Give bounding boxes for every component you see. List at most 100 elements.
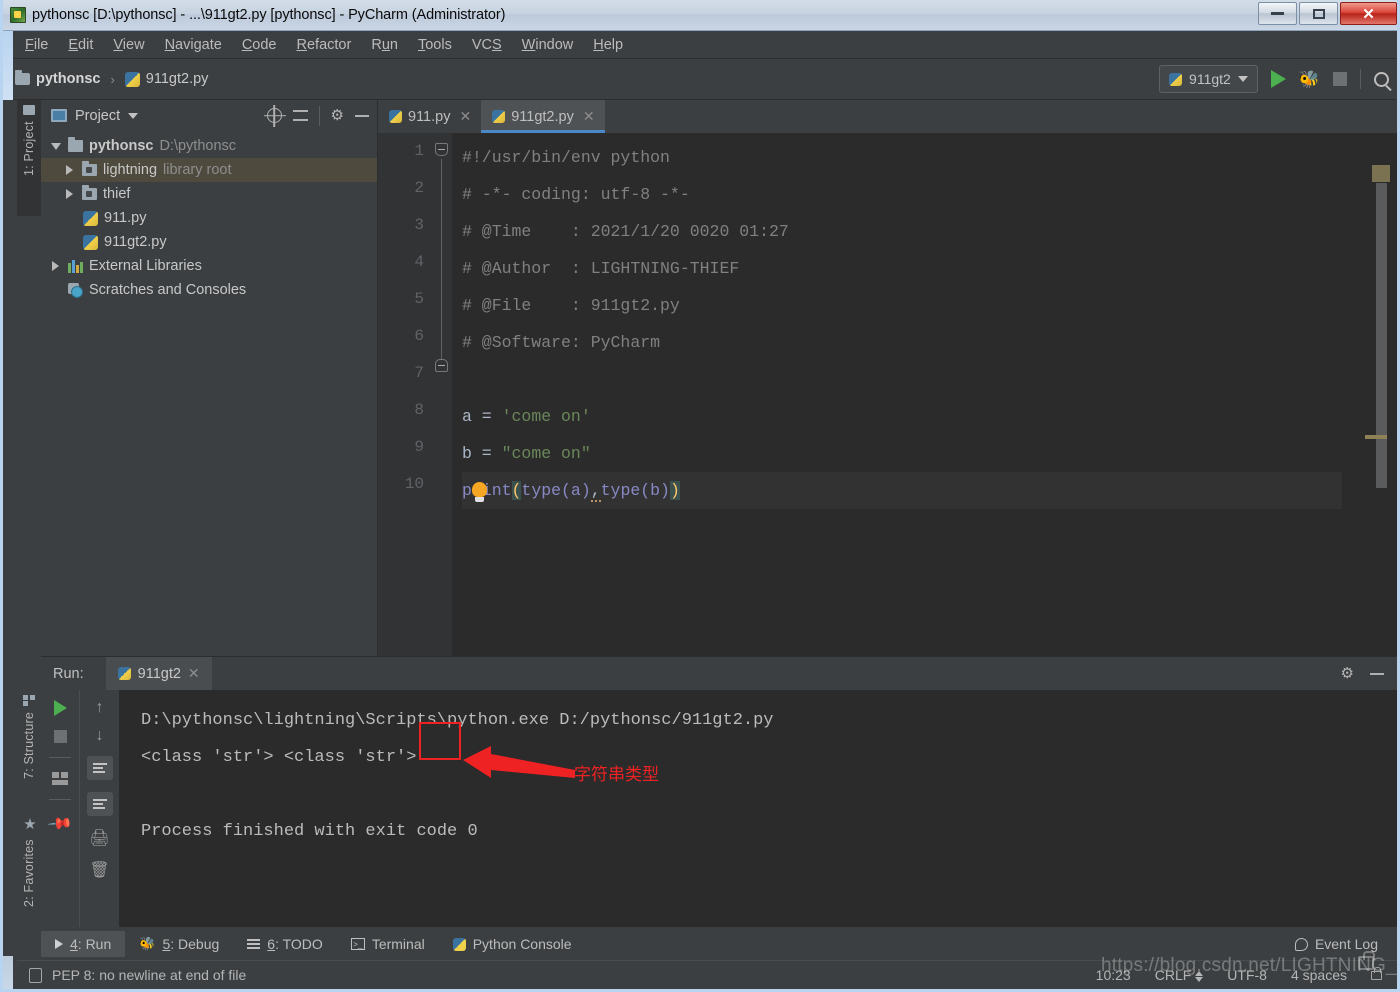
stop-button[interactable] — [1333, 72, 1347, 86]
chevron-right-icon[interactable] — [52, 261, 59, 271]
libraries-icon — [68, 259, 83, 273]
run-panel-label: Run: — [53, 665, 84, 682]
chevron-right-icon[interactable] — [66, 165, 73, 175]
menu-edit[interactable]: Edit — [58, 35, 103, 55]
run-configuration-selector[interactable]: 911gt2 — [1159, 65, 1258, 93]
sidebar-label-favorites: 2: Favorites — [22, 839, 36, 907]
tree-item-scratches[interactable]: Scratches and Consoles — [41, 278, 377, 302]
event-log-button[interactable]: Event Log — [1294, 936, 1397, 952]
fold-collapse-icon[interactable] — [435, 143, 448, 156]
tree-item-external-libraries[interactable]: External Libraries — [41, 254, 377, 278]
locate-icon[interactable] — [266, 108, 282, 123]
tool-button-run[interactable]: 4: Run — [41, 931, 126, 957]
line-separator[interactable]: CRLF — [1155, 967, 1204, 983]
hide-icon[interactable] — [355, 114, 369, 117]
lock-icon[interactable] — [1371, 966, 1382, 980]
bottom-tool-strip: 4: Run 🐝 5: Debug 6: TODO >_ Terminal Py… — [17, 928, 1397, 960]
menu-view[interactable]: View — [103, 35, 154, 55]
scroll-to-end-icon[interactable] — [86, 792, 113, 816]
hide-icon[interactable] — [1370, 672, 1384, 675]
breadcrumb: pythonsc › 911gt2.py — [15, 70, 209, 87]
lightbulb-icon[interactable] — [472, 482, 487, 502]
sidebar-item-favorites[interactable]: 2: Favorites ★ — [17, 810, 41, 918]
code-token-eq: = — [471, 407, 502, 426]
indent-setting[interactable]: 4 spaces — [1291, 967, 1347, 983]
file-encoding[interactable]: UTF-8 — [1227, 967, 1267, 983]
collapse-all-icon[interactable] — [292, 108, 308, 123]
tool-button-python-console[interactable]: Python Console — [439, 931, 586, 957]
close-icon[interactable]: ✕ — [459, 108, 471, 125]
code-line-2: # -*- coding: utf-8 -*- — [462, 185, 690, 204]
maximize-button[interactable] — [1299, 2, 1338, 25]
close-icon[interactable]: ✕ — [583, 108, 595, 125]
tree-item-911gt2-py[interactable]: 911gt2.py — [41, 230, 377, 254]
scrollbar-warning-marker[interactable] — [1365, 435, 1387, 439]
sidebar-item-structure[interactable]: 7: Structure — [17, 690, 41, 802]
menu-window[interactable]: Window — [512, 35, 584, 55]
tool-button-terminal[interactable]: >_ Terminal — [337, 931, 439, 957]
annotation-label: 字符串类型 — [574, 765, 659, 785]
stop-icon[interactable] — [53, 730, 67, 743]
console-output[interactable]: D:\pythonsc\lightning\Scripts\python.exe… — [119, 690, 1397, 927]
gear-icon[interactable]: ⚙ — [331, 108, 344, 123]
rerun-icon[interactable] — [53, 700, 67, 716]
tree-item-911-py[interactable]: 911.py — [41, 206, 377, 230]
tab-911gt2-py[interactable]: 911gt2.py ✕ — [481, 100, 605, 133]
run-button[interactable] — [1270, 70, 1286, 88]
breadcrumb-item-file[interactable]: 911gt2.py — [146, 71, 209, 87]
tree-item-lightning[interactable]: lightning library root — [41, 158, 377, 182]
gear-icon[interactable]: ⚙ — [1341, 666, 1354, 681]
menu-help[interactable]: Help — [583, 35, 633, 55]
menu-navigate[interactable]: Navigate — [155, 35, 232, 55]
scrollbar-thumb[interactable] — [1376, 183, 1387, 488]
chevron-down-icon[interactable] — [128, 112, 139, 119]
tree-item-pythonsc[interactable]: pythonsc D:\pythonsc — [41, 134, 377, 158]
chevron-down-icon[interactable] — [50, 142, 61, 150]
fold-collapse-end-icon[interactable] — [435, 359, 448, 372]
chevron-right-icon[interactable] — [66, 189, 73, 199]
menu-run[interactable]: Run — [361, 35, 408, 55]
tab-label: 911gt2.py — [511, 108, 574, 125]
left-tool-strip — [3, 100, 17, 956]
print-icon[interactable]: 🖨 — [89, 828, 109, 848]
debug-button[interactable]: 🐝 — [1299, 71, 1320, 88]
tool-button-debug[interactable]: 🐝 5: Debug — [125, 931, 233, 957]
tree-item-thief[interactable]: thief — [41, 182, 377, 206]
inspection-status-indicator[interactable] — [1372, 165, 1390, 182]
pin-icon[interactable]: 📌 — [46, 810, 74, 838]
menu-refactor[interactable]: Refactor — [287, 35, 362, 55]
tool-button-todo[interactable]: 6: TODO — [233, 931, 337, 957]
menu-code[interactable]: Code — [232, 35, 287, 55]
code-content[interactable]: #!/usr/bin/env python # -*- coding: utf-… — [452, 133, 1397, 656]
tab-911-py[interactable]: 911.py ✕ — [378, 100, 481, 133]
up-icon[interactable]: ↑ — [96, 700, 104, 716]
python-icon — [1169, 72, 1183, 86]
line-number: 5 — [414, 290, 424, 308]
run-tab-911gt2[interactable]: 911gt2 ✕ — [105, 657, 212, 690]
panel-divider — [318, 105, 320, 126]
minimize-button[interactable] — [1258, 2, 1297, 25]
close-icon[interactable]: ✕ — [188, 665, 200, 682]
caret-position[interactable]: 10:23 — [1096, 967, 1131, 983]
terminal-icon: >_ — [350, 938, 365, 950]
sidebar-item-project[interactable]: 1: Project — [17, 100, 41, 216]
menu-file[interactable]: FFileile — [15, 35, 58, 55]
editor-tab-bar: 911.py ✕ 911gt2.py ✕ — [378, 100, 1397, 133]
code-editor[interactable]: 1 2 3 4 5 6 7 8 9 10 #!/usr/bin/env pyth… — [378, 133, 1397, 689]
editor-scrollbar[interactable] — [1342, 165, 1397, 689]
code-line-3: # @Time : 2021/1/20 0020 01:27 — [462, 222, 789, 241]
search-icon[interactable] — [1374, 71, 1389, 87]
soft-wrap-icon[interactable] — [86, 756, 113, 780]
menu-vcs[interactable]: VCS — [462, 35, 512, 55]
code-folding-gutter[interactable] — [432, 133, 452, 656]
breadcrumb-item-project[interactable]: pythonsc — [36, 71, 100, 87]
line-number: 8 — [414, 401, 424, 419]
layout-icon[interactable] — [52, 772, 68, 785]
tree-label: lightning — [103, 162, 158, 178]
down-icon[interactable]: ↓ — [96, 728, 104, 744]
menu-tools[interactable]: Tools — [408, 35, 462, 55]
line-number: 3 — [414, 216, 424, 234]
fold-region-line — [441, 159, 442, 365]
trash-icon[interactable]: 🗑 — [89, 860, 109, 880]
close-button[interactable]: ✕ — [1340, 2, 1397, 25]
